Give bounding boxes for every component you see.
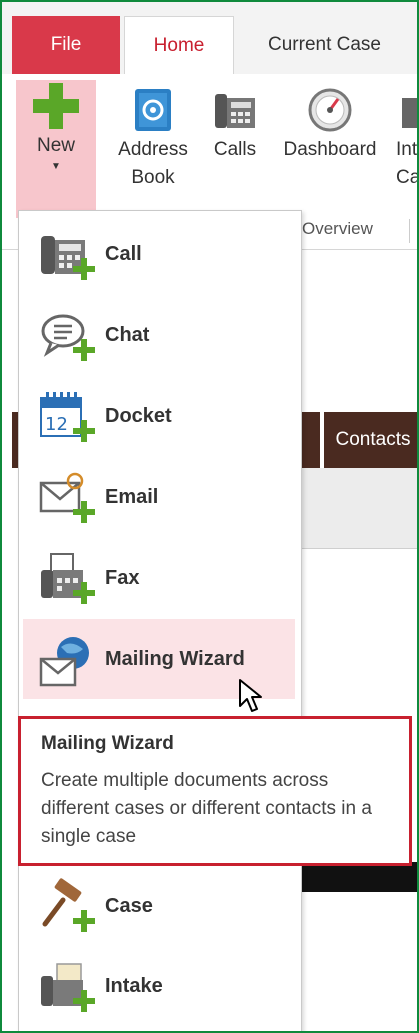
background-toolbar-strip [292,468,417,549]
chat-icon [37,307,97,363]
background-dark-bar [292,862,417,892]
new-button-label: New [36,135,75,156]
fax-icon [37,550,97,606]
dashboard-label: Dashboard [283,139,377,160]
menu-item-label: Fax [105,566,140,589]
menu-item-label: Mailing Wizard [105,647,245,670]
mouse-cursor-icon [238,678,264,719]
overview-group-label: Overview [302,219,373,238]
calls-button[interactable]: Calls [206,84,264,164]
new-button[interactable]: New ▼ [16,80,96,218]
address-book-label-line1: Address [118,139,188,160]
menu-item-label: Call [105,242,142,265]
tooltip-description: Create multiple documents across differe… [41,770,372,847]
menu-item-label: Email [105,485,159,508]
phone-icon [37,226,97,282]
intake-calls-icon [396,84,417,136]
address-book-icon [127,84,179,136]
calendar-icon: 12 [37,388,97,444]
intake-calls-button-partial[interactable]: Int Ca [396,84,419,192]
phone-icon [209,84,261,136]
menu-item-label: Docket [105,404,172,427]
background-tab[interactable] [302,412,322,468]
add-plus-icon [73,258,95,280]
menu-item-label: Intake [105,974,163,997]
menu-item-email[interactable]: Email [23,462,295,532]
dropdown-arrow-icon: ▼ [51,161,61,172]
menu-item-label: Chat [105,323,150,346]
add-plus-icon [73,990,95,1012]
app-window: File Home Current Case New ▼ Address Boo… [0,0,419,1033]
menu-item-fax[interactable]: Fax [23,543,295,613]
tab-file[interactable]: File [12,16,120,74]
gavel-icon [37,878,97,934]
svg-text:12: 12 [45,414,68,435]
menu-item-intake[interactable]: Intake [23,951,295,1021]
add-plus-icon [73,501,95,523]
menu-item-case[interactable]: Case [23,871,295,941]
add-plus-icon [73,420,95,442]
mailing-wizard-tooltip: Mailing Wizard Create multiple documents… [18,716,412,866]
new-dropdown-menu: Call Chat 12 Docket Email Fax Mailing Wi… [18,210,302,1031]
intake-calls-label-line1: Int [396,139,418,160]
dashboard-button[interactable]: Dashboard [274,84,386,164]
menu-item-chat[interactable]: Chat [23,300,295,370]
tab-current-case[interactable]: Current Case [242,16,407,74]
mailing-wizard-icon [37,631,97,687]
menu-item-label: Case [105,894,153,917]
group-separator [409,219,410,243]
ribbon-tab-bar: File Home Current Case [2,2,417,76]
intake-calls-label-line2: Ca [396,167,419,188]
green-plus-icon [30,80,82,132]
intake-icon [37,958,97,1014]
email-icon [37,469,97,525]
calls-label: Calls [213,139,257,160]
add-plus-icon [73,582,95,604]
add-plus-icon [73,910,95,932]
tab-home[interactable]: Home [124,16,234,76]
menu-item-docket[interactable]: 12 Docket [23,381,295,451]
address-book-button[interactable]: Address Book [112,84,194,192]
tooltip-title: Mailing Wizard [41,733,174,754]
add-plus-icon [73,339,95,361]
menu-item-call[interactable]: Call [23,219,295,289]
tab-contacts[interactable]: Contacts [320,412,417,468]
address-book-label-line2: Book [131,167,175,188]
dashboard-gauge-icon [304,84,356,136]
